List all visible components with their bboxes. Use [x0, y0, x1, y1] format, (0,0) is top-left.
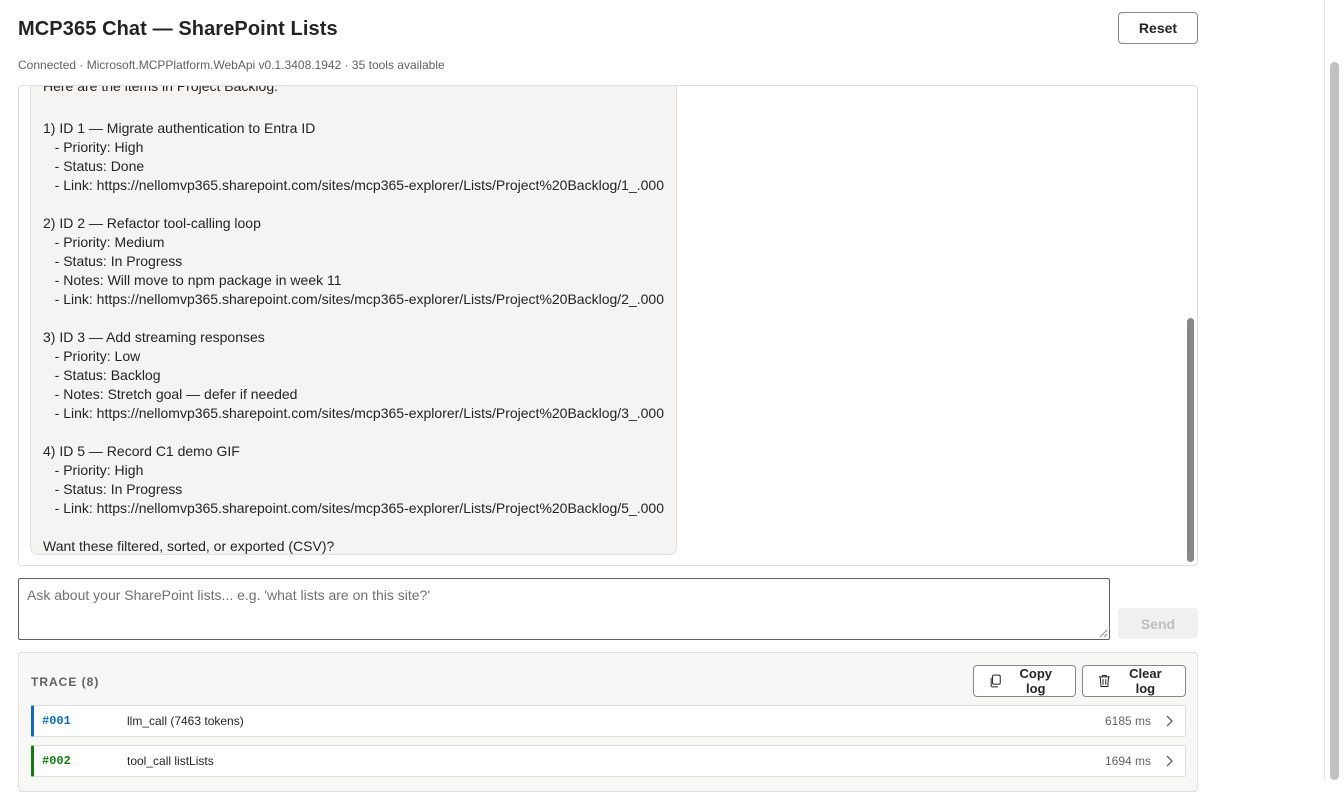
trace-row-label: llm_call (7463 tokens) — [127, 714, 244, 728]
message-line: - Status: Backlog — [43, 367, 161, 383]
message-line: Want these filtered, sorted, or exported… — [43, 538, 335, 554]
chat-transcript[interactable]: Here are the items in Project Backlog: 1)… — [18, 85, 1198, 566]
trace-heading: TRACE (8) — [31, 675, 100, 689]
trace-row-id: #002 — [42, 754, 71, 768]
chevron-right-icon[interactable] — [1161, 753, 1177, 769]
message-line — [43, 309, 664, 328]
message-line: - Link: https://nellomvp365.sharepoint.c… — [43, 177, 664, 193]
message-line: - Link: https://nellomvp365.sharepoint.c… — [43, 291, 664, 307]
trace-row-id: #001 — [42, 714, 71, 728]
copy-log-label: Copy log — [1019, 666, 1053, 696]
chat-scrollbar[interactable] — [1185, 86, 1197, 565]
message-line: 4) ID 5 — Record C1 demo GIF — [43, 443, 240, 459]
assistant-message: Here are the items in Project Backlog: 1)… — [30, 85, 677, 555]
message-line — [43, 195, 664, 214]
app-page: MCP365 Chat — SharePoint Lists Reset Con… — [0, 0, 1324, 792]
message-line: - Status: In Progress — [43, 481, 183, 497]
message-line: 2) ID 2 — Refactor tool-calling loop — [43, 215, 261, 231]
page-scrollbar[interactable] — [1324, 0, 1344, 780]
message-line: - Notes: Stretch goal — defer if needed — [43, 386, 298, 402]
message-line: - Notes: Will move to npm package in wee… — [43, 272, 342, 288]
trace-panel: TRACE (8) Copy log Clear log #001 llm_ca… — [18, 652, 1198, 792]
page-title: MCP365 Chat — SharePoint Lists — [18, 18, 338, 40]
message-line: - Status: Done — [43, 158, 145, 174]
clear-log-label: Clear log — [1129, 666, 1162, 696]
message-line: 3) ID 3 — Add streaming responses — [43, 329, 265, 345]
trace-row-duration: 1694 ms — [1104, 754, 1151, 768]
trace-row-duration: 6185 ms — [1104, 714, 1151, 728]
chevron-right-icon[interactable] — [1161, 713, 1177, 729]
message-line: - Status: In Progress — [43, 253, 183, 269]
message-line — [43, 518, 664, 537]
clear-log-button[interactable]: Clear log — [1082, 665, 1186, 697]
resize-grip-icon[interactable] — [1098, 628, 1108, 638]
chat-scrollbar-thumb[interactable] — [1187, 318, 1194, 562]
send-button[interactable]: Send — [1118, 608, 1198, 639]
trace-row[interactable]: #002 tool_call listLists 1694 ms — [31, 745, 1186, 777]
copy-icon — [990, 674, 1001, 688]
message-line: - Priority: Low — [43, 348, 141, 364]
message-line: 1) ID 1 — Migrate authentication to Entr… — [43, 120, 316, 136]
reset-button[interactable]: Reset — [1118, 12, 1198, 44]
message-line: - Priority: High — [43, 462, 144, 478]
trace-row-label: tool_call listLists — [127, 754, 214, 768]
copy-log-button[interactable]: Copy log — [973, 665, 1076, 697]
page-scrollbar-thumb[interactable] — [1330, 62, 1339, 780]
connection-status: Connected · Microsoft.MCPPlatform.WebApi… — [18, 58, 445, 72]
message-line: - Priority: Medium — [43, 234, 165, 250]
message-line — [43, 100, 664, 119]
message-line — [43, 423, 664, 442]
message-line: - Link: https://nellomvp365.sharepoint.c… — [43, 500, 664, 516]
trace-row[interactable]: #001 llm_call (7463 tokens) 6185 ms — [31, 705, 1186, 737]
message-line: - Priority: High — [43, 139, 144, 155]
message-line: Here are the items in Project Backlog: — [43, 85, 278, 94]
message-line: - Link: https://nellomvp365.sharepoint.c… — [43, 405, 664, 421]
trash-icon — [1098, 674, 1110, 688]
message-input[interactable] — [18, 578, 1110, 640]
